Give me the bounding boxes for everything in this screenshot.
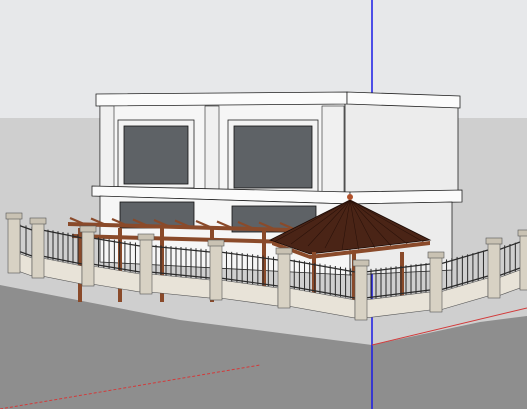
building-upper-side-wall bbox=[344, 97, 459, 196]
fence-pillar-cap bbox=[275, 247, 293, 255]
model-viewport[interactable] bbox=[0, 0, 527, 409]
window-upper-left bbox=[123, 125, 189, 185]
fence-pillar-cap bbox=[5, 212, 23, 220]
fence-pillar bbox=[209, 243, 223, 301]
fence-pillar bbox=[354, 263, 368, 321]
fence-pillar-cap bbox=[352, 259, 370, 267]
fence-pillar bbox=[7, 216, 21, 274]
fence-pillar bbox=[81, 229, 95, 287]
fence-pillar bbox=[277, 251, 291, 309]
pergola-post bbox=[78, 228, 82, 302]
window-upper-right bbox=[233, 125, 313, 189]
fence-pillar-cap bbox=[137, 233, 155, 241]
fence-pillar-cap bbox=[207, 239, 225, 247]
fence-pillar-cap bbox=[29, 217, 47, 225]
fence-pillar-cap bbox=[79, 225, 97, 233]
fence-pillar-cap bbox=[517, 229, 527, 237]
gazebo-finial bbox=[347, 194, 353, 200]
fence-pillar bbox=[31, 221, 45, 279]
fence-pillar bbox=[519, 233, 527, 291]
fence-pillar bbox=[429, 255, 443, 313]
fence-pillar bbox=[139, 237, 153, 295]
fence-pillar-cap bbox=[485, 237, 503, 245]
scene-canvas[interactable] bbox=[0, 0, 527, 409]
fence-pillar bbox=[487, 241, 501, 299]
pilaster-right bbox=[321, 105, 345, 195]
fence-pillar-cap bbox=[427, 251, 445, 259]
roof-cornice-front bbox=[95, 91, 348, 107]
pilaster-left bbox=[99, 105, 115, 191]
pilaster-middle bbox=[204, 105, 220, 193]
